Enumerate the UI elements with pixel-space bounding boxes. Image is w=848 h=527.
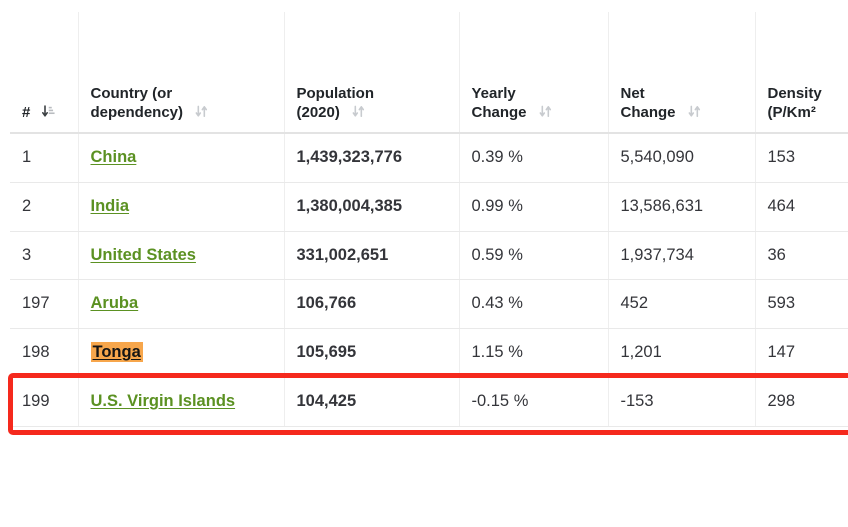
column-header-density-line2: (P/Km² bbox=[768, 104, 816, 121]
cell-density: 153 bbox=[755, 133, 848, 182]
column-header-net-change-line1: Net bbox=[621, 84, 745, 103]
cell-density: 298 bbox=[755, 377, 848, 426]
country-link[interactable]: India bbox=[91, 197, 130, 215]
cell-yearly-change: 0.39 % bbox=[459, 133, 608, 182]
cell-yearly-change: 1.15 % bbox=[459, 329, 608, 378]
table-row[interactable]: 1 China 1,439,323,7760.39 %5,540,090153 bbox=[10, 133, 848, 182]
table-row[interactable]: 198 Tonga 105,6951.15 %1,201147 bbox=[10, 329, 848, 378]
sort-updown-icon[interactable] bbox=[194, 104, 209, 119]
cell-population: 105,695 bbox=[284, 329, 459, 378]
cell-rank: 199 bbox=[10, 377, 78, 426]
cell-net-change: 5,540,090 bbox=[608, 133, 755, 182]
table-row[interactable]: 197 Aruba 106,7660.43 %452593 bbox=[10, 280, 848, 329]
cell-net-change: -153 bbox=[608, 377, 755, 426]
table-body: 1 China 1,439,323,7760.39 %5,540,090153 2 In… bbox=[10, 133, 848, 426]
table-viewport[interactable]: # Country (or dependency) bbox=[10, 12, 848, 527]
column-header-net-change[interactable]: Net Change bbox=[608, 12, 755, 133]
column-header-yearly-change-line2: Change bbox=[472, 104, 527, 121]
cell-net-change: 452 bbox=[608, 280, 755, 329]
table-header-row: # Country (or dependency) bbox=[10, 12, 848, 133]
cell-country: U.S. Virgin Islands bbox=[78, 377, 284, 426]
sort-updown-icon[interactable] bbox=[351, 104, 366, 119]
column-header-rank[interactable]: # bbox=[10, 12, 78, 133]
column-header-population-line1: Population bbox=[297, 84, 449, 103]
country-link[interactable]: United States bbox=[91, 246, 196, 264]
cell-yearly-change: -0.15 % bbox=[459, 377, 608, 426]
cell-net-change: 13,586,631 bbox=[608, 182, 755, 231]
cell-country: India bbox=[78, 182, 284, 231]
country-link[interactable]: Tonga bbox=[91, 342, 143, 362]
cell-population: 1,439,323,776 bbox=[284, 133, 459, 182]
column-header-density[interactable]: Density (P/Km² bbox=[755, 12, 848, 133]
sort-updown-icon[interactable] bbox=[687, 104, 702, 119]
population-table: # Country (or dependency) bbox=[10, 12, 848, 427]
cell-country: Aruba bbox=[78, 280, 284, 329]
cell-population: 1,380,004,385 bbox=[284, 182, 459, 231]
cell-country: Tonga bbox=[78, 329, 284, 378]
column-header-country-line2: dependency) bbox=[91, 104, 184, 121]
column-header-density-line1: Density bbox=[768, 84, 848, 103]
cell-population: 104,425 bbox=[284, 377, 459, 426]
cell-net-change: 1,937,734 bbox=[608, 231, 755, 280]
column-header-net-change-line2: Change bbox=[621, 104, 676, 121]
column-header-rank-label: # bbox=[22, 104, 30, 121]
sort-updown-icon[interactable] bbox=[538, 104, 553, 119]
column-header-yearly-change[interactable]: Yearly Change bbox=[459, 12, 608, 133]
cell-yearly-change: 0.43 % bbox=[459, 280, 608, 329]
table-row[interactable]: 199 U.S. Virgin Islands 104,425-0.15 %-153… bbox=[10, 377, 848, 426]
cell-yearly-change: 0.99 % bbox=[459, 182, 608, 231]
country-link[interactable]: Aruba bbox=[91, 294, 139, 312]
table-row[interactable]: 2 India 1,380,004,3850.99 %13,586,631464 bbox=[10, 182, 848, 231]
column-header-country[interactable]: Country (or dependency) bbox=[78, 12, 284, 133]
cell-rank: 197 bbox=[10, 280, 78, 329]
cell-density: 36 bbox=[755, 231, 848, 280]
column-header-yearly-change-line1: Yearly bbox=[472, 84, 598, 103]
sort-amount-down-icon[interactable] bbox=[42, 104, 57, 119]
cell-rank: 3 bbox=[10, 231, 78, 280]
cell-density: 147 bbox=[755, 329, 848, 378]
cell-rank: 198 bbox=[10, 329, 78, 378]
table-header: # Country (or dependency) bbox=[10, 12, 848, 133]
cell-density: 464 bbox=[755, 182, 848, 231]
column-header-country-line1: Country (or bbox=[91, 84, 274, 103]
column-header-population[interactable]: Population (2020) bbox=[284, 12, 459, 133]
cell-rank: 2 bbox=[10, 182, 78, 231]
column-header-population-line2: (2020) bbox=[297, 104, 340, 121]
cell-population: 331,002,651 bbox=[284, 231, 459, 280]
cell-country: China bbox=[78, 133, 284, 182]
country-link[interactable]: U.S. Virgin Islands bbox=[91, 392, 236, 410]
cell-net-change: 1,201 bbox=[608, 329, 755, 378]
cell-rank: 1 bbox=[10, 133, 78, 182]
cell-density: 593 bbox=[755, 280, 848, 329]
table-row[interactable]: 3 United States 331,002,6510.59 %1,937,734… bbox=[10, 231, 848, 280]
country-link[interactable]: China bbox=[91, 148, 137, 166]
cell-yearly-change: 0.59 % bbox=[459, 231, 608, 280]
cell-country: United States bbox=[78, 231, 284, 280]
cell-population: 106,766 bbox=[284, 280, 459, 329]
